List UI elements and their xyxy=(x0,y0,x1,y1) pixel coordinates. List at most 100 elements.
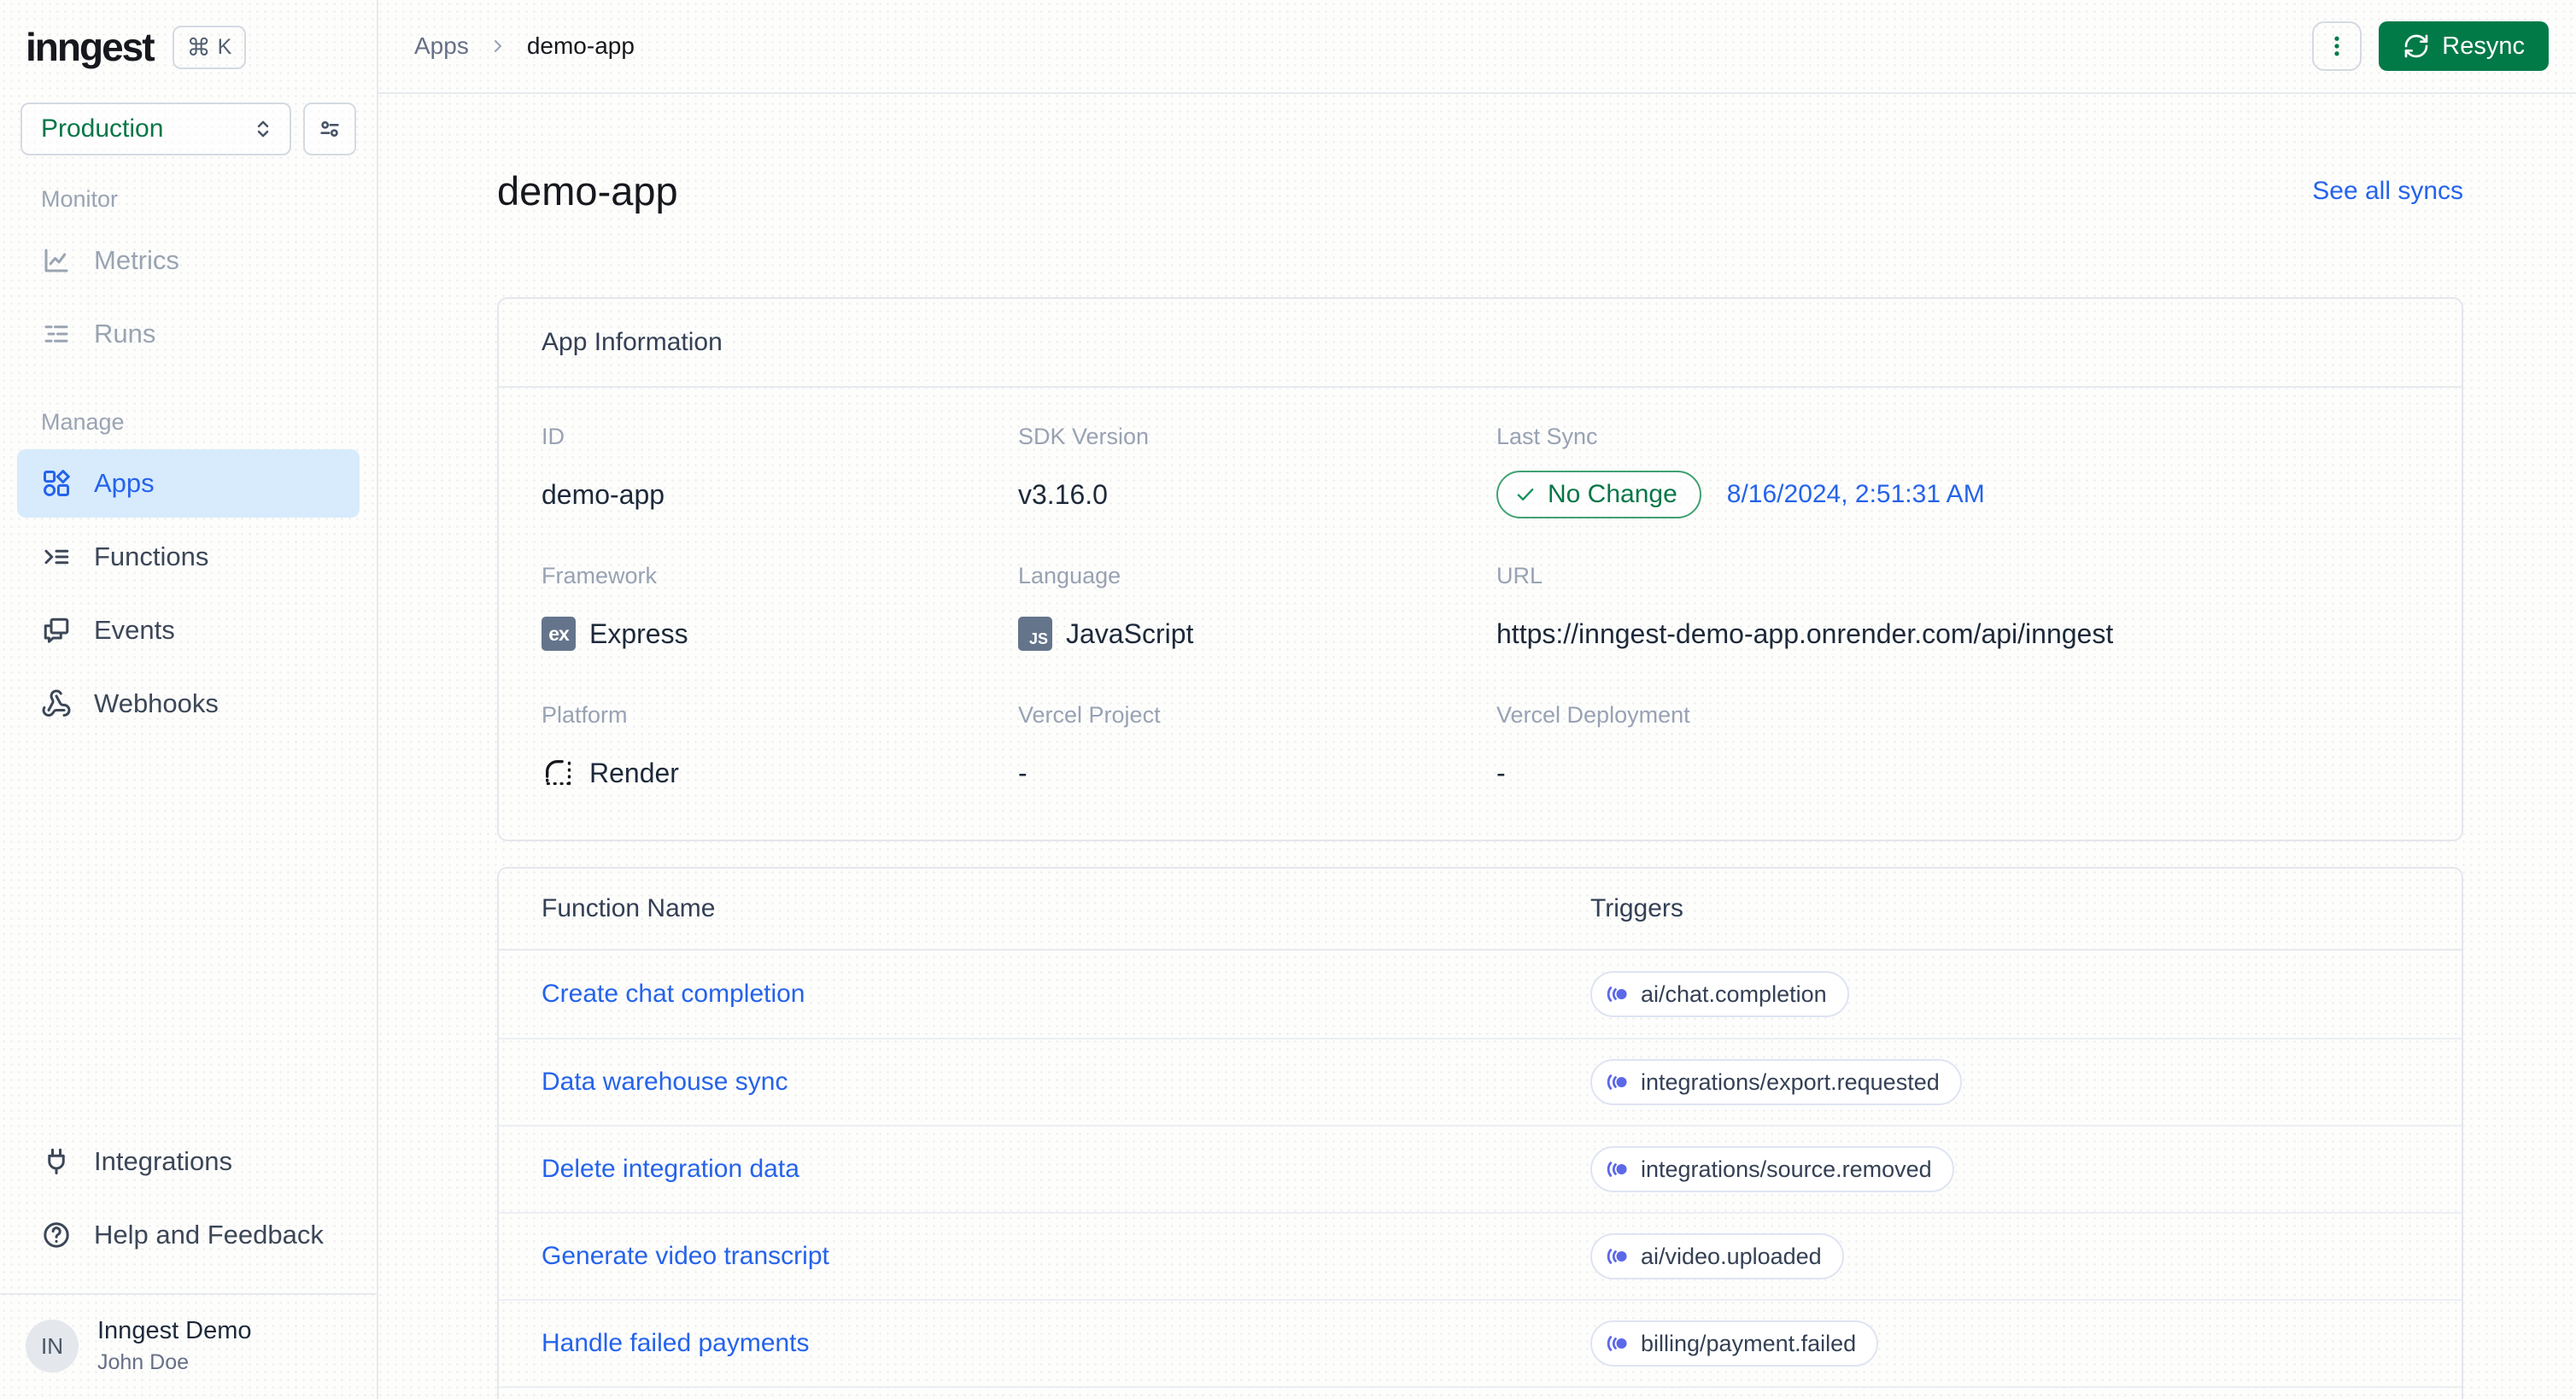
field-value: - xyxy=(1018,757,1027,788)
environment-value: Production xyxy=(41,114,164,143)
field-label: Vercel Project xyxy=(1018,702,1161,728)
render-platform-icon xyxy=(542,756,576,790)
shortcut-key-label: K xyxy=(217,34,232,59)
app-information-grid: ID demo-app SDK Version v3.16.0 Last Syn… xyxy=(499,388,2462,840)
no-change-badge: No Change xyxy=(1496,471,1701,518)
table-row: Delete integration data integrations/sou… xyxy=(499,1125,2462,1212)
inngest-logo: inngest xyxy=(26,25,155,69)
trigger-pill: integrations/source.removed xyxy=(1590,1146,1954,1192)
field-language: Language JS JavaScript xyxy=(1018,563,1496,658)
sidebar-item-label: Events xyxy=(94,615,175,645)
sidebar-item-label: Webhooks xyxy=(94,688,219,718)
field-label: SDK Version xyxy=(1018,424,1150,449)
function-link[interactable]: Create chat completion xyxy=(542,980,1590,1009)
account-menu[interactable]: IN Inngest Demo John Doe xyxy=(0,1293,377,1399)
sliders-icon xyxy=(316,115,343,143)
chevron-up-down-icon xyxy=(250,116,276,142)
sidebar-item-apps[interactable]: Apps xyxy=(17,449,360,518)
resync-button[interactable]: Resync xyxy=(2379,21,2549,71)
field-framework: Framework ex Express xyxy=(542,563,1018,658)
field-value: - xyxy=(1496,757,1506,788)
framework-value: ex Express xyxy=(542,610,1018,658)
field-label: ID xyxy=(542,424,565,449)
command-k-shortcut[interactable]: ⌘ K xyxy=(172,25,247,69)
event-trigger-icon xyxy=(1607,986,1627,1002)
sidebar-item-label: Integrations xyxy=(94,1146,232,1176)
trigger-name: integrations/export.requested xyxy=(1641,1068,1940,1095)
more-options-button[interactable] xyxy=(2312,21,2362,71)
app-information-title: App Information xyxy=(499,299,2462,388)
function-link[interactable]: Generate video transcript xyxy=(542,1242,1590,1271)
event-trigger-icon xyxy=(1607,1336,1627,1351)
see-all-syncs-link[interactable]: See all syncs xyxy=(2312,177,2463,206)
runs-list-icon xyxy=(41,319,72,349)
field-label: Language xyxy=(1018,563,1121,588)
express-icon: ex xyxy=(542,617,576,651)
sidebar-footer: Integrations Help and Feedback IN Innges… xyxy=(0,1122,377,1399)
trigger-pill: billing/payment.failed xyxy=(1590,1320,1879,1367)
event-trigger-icon xyxy=(1607,1249,1627,1264)
field-last-sync: Last Sync No Change 8/16/2024, 2:51:31 A… xyxy=(1496,424,2419,518)
field-vercel-deployment: Vercel Deployment - xyxy=(1496,702,2419,797)
field-label: Platform xyxy=(542,702,628,728)
section-label-manage: Manage xyxy=(41,409,125,435)
field-url: URL https://inngest-demo-app.onrender.co… xyxy=(1496,563,2419,658)
account-text: Inngest Demo John Doe xyxy=(97,1317,252,1375)
trigger-pill: integrations/export.requested xyxy=(1590,1059,1962,1105)
trigger-name: integrations/source.removed xyxy=(1641,1156,1932,1182)
chevron-right-icon xyxy=(488,36,508,56)
event-trigger-icon xyxy=(1607,1074,1627,1090)
field-vercel-project: Vercel Project - xyxy=(1018,702,1496,797)
function-link[interactable]: Handle failed payments xyxy=(542,1329,1590,1358)
functions-table-header: Function Name Triggers xyxy=(499,869,2462,951)
field-platform: Platform Render xyxy=(542,702,1018,797)
sidebar-item-label: Help and Feedback xyxy=(94,1220,324,1250)
breadcrumb-current: demo-app xyxy=(526,32,635,59)
field-id: ID demo-app xyxy=(542,424,1018,518)
sidebar: inngest ⌘ K Production Monitor Metrics R… xyxy=(0,0,378,1399)
sync-icon xyxy=(2403,32,2430,60)
field-value: v3.16.0 xyxy=(1018,478,1108,510)
app-information-card: App Information ID demo-app SDK Version … xyxy=(497,297,2463,841)
javascript-icon: JS xyxy=(1018,617,1052,651)
sidebar-item-webhooks[interactable]: Webhooks xyxy=(17,670,360,738)
function-link[interactable]: Delete integration data xyxy=(542,1155,1590,1184)
trigger-name: ai/video.uploaded xyxy=(1641,1243,1822,1269)
functions-table-card: Function Name Triggers Create chat compl… xyxy=(497,867,2463,1399)
metrics-chart-icon xyxy=(41,245,72,276)
breadcrumb-apps[interactable]: Apps xyxy=(414,32,469,60)
main-content: demo-app See all syncs App Information I… xyxy=(378,94,2576,1399)
environment-filter-button[interactable] xyxy=(303,102,356,155)
sidebar-item-events[interactable]: Events xyxy=(17,596,360,664)
account-user-name: John Doe xyxy=(97,1350,190,1374)
field-label: Last Sync xyxy=(1496,424,1598,449)
sidebar-item-integrations[interactable]: Integrations xyxy=(17,1127,360,1196)
table-row: Handle failed payments billing/payment.f… xyxy=(499,1299,2462,1386)
sidebar-nav: Monitor Metrics Runs Manage Apps Functio xyxy=(0,155,377,743)
sidebar-item-label: Metrics xyxy=(94,245,179,275)
trigger-pill: ai/video.uploaded xyxy=(1590,1233,1844,1279)
sidebar-item-label: Apps xyxy=(94,468,155,498)
sidebar-item-help-feedback[interactable]: Help and Feedback xyxy=(17,1201,360,1269)
sidebar-item-metrics[interactable]: Metrics xyxy=(17,226,360,295)
column-function-name: Function Name xyxy=(542,894,716,922)
sidebar-item-runs[interactable]: Runs xyxy=(17,300,360,368)
field-label: URL xyxy=(1496,563,1543,588)
last-sync-value: No Change 8/16/2024, 2:51:31 AM xyxy=(1496,471,2419,518)
section-label-monitor: Monitor xyxy=(41,186,119,212)
language-value: JS JavaScript xyxy=(1018,610,1496,658)
trigger-name: ai/chat.completion xyxy=(1641,980,1827,1007)
platform-value: Render xyxy=(542,749,1018,797)
sidebar-item-label: Functions xyxy=(94,541,209,571)
environment-select[interactable]: Production xyxy=(20,102,291,155)
function-link[interactable]: Data warehouse sync xyxy=(542,1068,1590,1097)
trigger-pill: ai/chat.completion xyxy=(1590,971,1849,1017)
last-sync-timestamp-link[interactable]: 8/16/2024, 2:51:31 AM xyxy=(1727,480,1985,509)
table-row: Data warehouse sync integrations/export.… xyxy=(499,1038,2462,1125)
page-title: demo-app xyxy=(497,168,678,214)
title-row: demo-app See all syncs xyxy=(497,166,2463,217)
language-name: JavaScript xyxy=(1066,618,1194,649)
sidebar-item-functions[interactable]: Functions xyxy=(17,523,360,591)
table-row: Import data pipeline integrations/source… xyxy=(499,1386,2462,1399)
account-org: Inngest Demo xyxy=(97,1317,252,1344)
